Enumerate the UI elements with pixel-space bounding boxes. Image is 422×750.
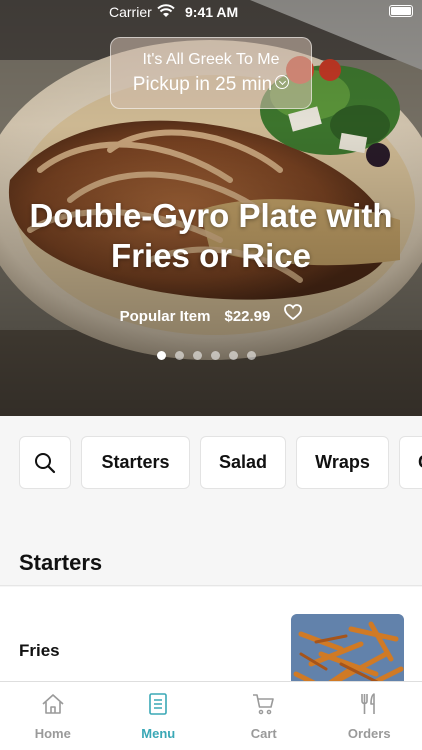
category-chip-starters[interactable]: Starters — [81, 436, 190, 489]
pickup-time-label: Pickup in 25 min — [132, 74, 273, 95]
section-header: Starters — [0, 508, 422, 586]
category-chip-wraps[interactable]: Wraps — [296, 436, 389, 489]
category-chip-more[interactable]: G — [399, 436, 422, 489]
clock: 9:41 AM — [185, 4, 239, 20]
category-bar[interactable]: Starters Salad Wraps G — [0, 416, 422, 508]
section-title: Starters — [19, 550, 103, 575]
popular-tag: Popular Item — [119, 307, 211, 325]
carousel-dot[interactable] — [229, 351, 238, 360]
tab-cart[interactable]: Cart — [211, 682, 317, 750]
carousel-dot[interactable] — [175, 351, 184, 360]
fork-knife-icon — [361, 693, 376, 714]
restaurant-name: It's All Greek To Me — [142, 51, 280, 68]
tab-bar[interactable]: Home Menu Cart Orders — [0, 681, 422, 750]
tab-label: Orders — [347, 726, 391, 741]
tab-label: Cart — [250, 726, 277, 741]
cart-icon — [252, 694, 274, 715]
wifi-icon — [157, 4, 175, 17]
tab-orders[interactable]: Orders — [317, 682, 422, 750]
featured-item-price: $22.99 — [224, 307, 271, 325]
tab-label: Home — [34, 726, 71, 741]
carousel-dot[interactable] — [193, 351, 202, 360]
carousel-dot[interactable] — [157, 351, 166, 360]
featured-item-title: Double-Gyro Plate with Fries or Rice — [29, 197, 393, 274]
carrier-label: Carrier — [109, 4, 152, 20]
menu-item[interactable]: Fries — [0, 587, 422, 704]
pickup-time: Pickup in 25 min — [111, 74, 311, 96]
featured-item-meta: Popular Item $22.99 — [0, 304, 422, 325]
chevron-down-icon — [275, 75, 290, 89]
carousel-dots[interactable] — [157, 351, 256, 361]
tab-label: Menu — [141, 726, 176, 741]
home-icon — [42, 694, 64, 714]
menu-icon — [149, 693, 168, 715]
tab-menu[interactable]: Menu — [106, 682, 212, 750]
heart-icon[interactable] — [284, 304, 303, 321]
carousel-dot[interactable] — [247, 351, 256, 360]
search-button[interactable] — [19, 436, 71, 489]
pickup-selector[interactable]: It's All Greek To Me Pickup in 25 min — [110, 37, 312, 109]
hero-banner[interactable]: Carrier 9:41 AM It's All Greek To Me Pic… — [0, 0, 422, 416]
search-icon — [35, 452, 56, 473]
category-chip-salad[interactable]: Salad — [200, 436, 286, 489]
menu-item-name: Fries — [19, 641, 60, 660]
tab-home[interactable]: Home — [0, 682, 106, 750]
battery-icon — [389, 5, 413, 17]
carousel-dot[interactable] — [211, 351, 220, 360]
status-bar: Carrier 9:41 AM — [0, 0, 422, 24]
